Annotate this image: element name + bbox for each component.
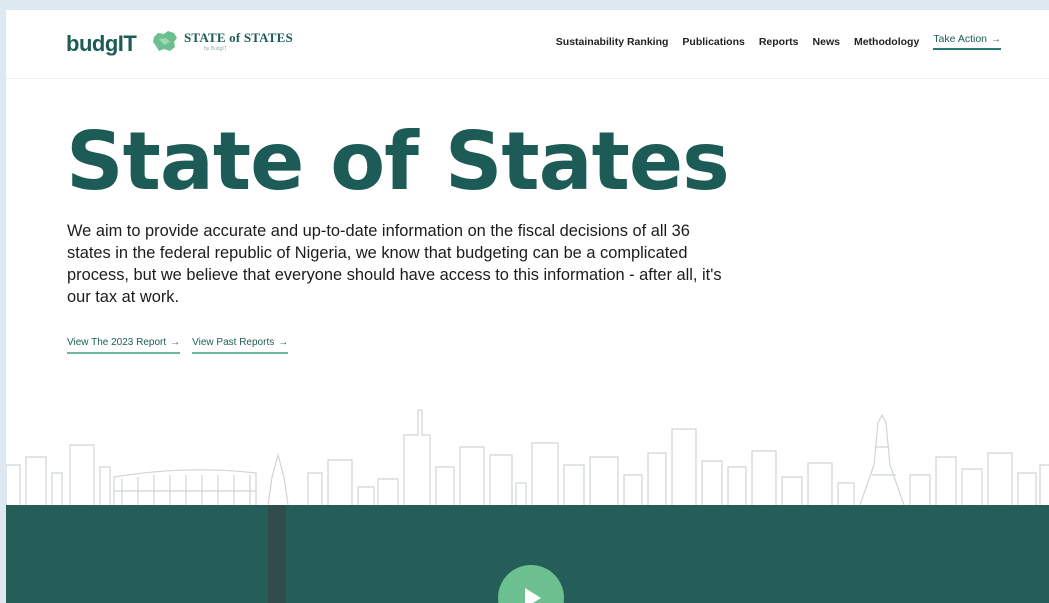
state-of-states-logo-text: STATE of STATES xyxy=(184,30,293,45)
nav-publications[interactable]: Publications xyxy=(682,36,744,48)
nav-news[interactable]: News xyxy=(813,36,840,48)
arrow-right-icon: → xyxy=(170,337,181,348)
arrow-right-icon: → xyxy=(278,337,289,348)
page-title: State of States xyxy=(66,115,730,208)
nigeria-map-icon xyxy=(153,31,177,51)
nav-reports[interactable]: Reports xyxy=(759,36,799,48)
browser-page: budgIT STATE of STATES by BudgIT Sustain… xyxy=(6,10,1049,603)
view-past-reports-link[interactable]: View Past Reports → xyxy=(192,337,289,354)
play-icon xyxy=(525,588,541,603)
nav-methodology[interactable]: Methodology xyxy=(854,36,919,48)
nav-sustainability-ranking[interactable]: Sustainability Ranking xyxy=(556,36,669,48)
skyline-illustration xyxy=(6,409,1049,505)
view-2023-report-label: View The 2023 Report xyxy=(67,337,167,348)
take-action-label: Take Action xyxy=(933,33,987,45)
site-header: budgIT STATE of STATES by BudgIT Sustain… xyxy=(6,10,1049,79)
video-overlay-bar xyxy=(268,505,286,603)
arrow-right-icon: → xyxy=(991,34,1001,45)
state-of-states-logo[interactable]: STATE of STATES by BudgIT xyxy=(152,30,293,52)
report-links: View The 2023 Report → View Past Reports → xyxy=(67,337,289,354)
take-action-link[interactable]: Take Action → xyxy=(933,33,1001,50)
budgit-logo[interactable]: budgIT xyxy=(66,31,137,57)
main-navigation: Sustainability Ranking Publications Repo… xyxy=(556,33,1001,50)
hero-description: We aim to provide accurate and up-to-dat… xyxy=(67,222,722,306)
view-past-reports-label: View Past Reports xyxy=(192,337,275,348)
state-of-states-logo-subtext: by BudgIT xyxy=(204,46,227,52)
view-2023-report-link[interactable]: View The 2023 Report → xyxy=(67,337,181,354)
